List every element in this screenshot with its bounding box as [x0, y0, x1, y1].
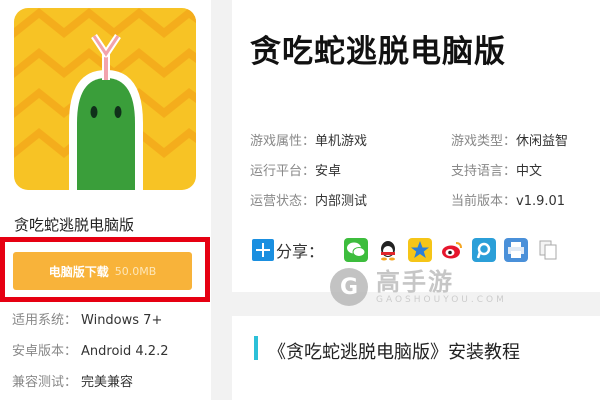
- attr-key: 支持语言：: [451, 164, 517, 179]
- spec-value: Windows 7+: [81, 313, 163, 328]
- tutorial-title[interactable]: 《贪吃蛇逃脱电脑版》安装教程: [268, 338, 520, 364]
- attr-game-property: 游戏属性：单机游戏: [250, 130, 367, 149]
- watermark-text-cn: 高手游: [376, 268, 454, 296]
- spec-value: Android 4.2.2: [81, 344, 169, 359]
- attr-platform: 运行平台：安卓: [250, 160, 341, 179]
- spec-row-system: 适用系统： Windows 7+: [12, 309, 162, 328]
- app-name: 贪吃蛇逃脱电脑版: [14, 216, 135, 234]
- download-size: 50.0MB: [114, 264, 157, 278]
- watermark: G 高手游 GAOSHOUYOU.COM: [330, 268, 507, 306]
- tencent-weibo-icon[interactable]: [472, 238, 497, 262]
- spec-key: 适用系统：: [12, 313, 78, 328]
- spec-value: 完美兼容: [81, 375, 134, 390]
- attr-status: 运营状态：内部测试: [250, 190, 367, 209]
- attr-game-type: 游戏类型：休闲益智: [451, 130, 568, 149]
- tutorial-panel: 《贪吃蛇逃脱电脑版》安装教程: [232, 316, 600, 400]
- attr-value: v1.9.01: [516, 194, 566, 209]
- share-bar: 分享：: [252, 238, 568, 262]
- attr-version: 当前版本：v1.9.01: [451, 190, 565, 209]
- attr-key: 运营状态：: [250, 194, 316, 209]
- spec-row-android: 安卓版本： Android 4.2.2: [12, 340, 169, 359]
- weibo-icon[interactable]: [440, 238, 465, 262]
- watermark-logo-icon: G: [330, 268, 368, 306]
- pc-download-button[interactable]: 电脑版下载 50.0MB: [13, 252, 192, 290]
- attr-key: 运行平台：: [250, 164, 316, 179]
- attr-value: 单机游戏: [315, 134, 368, 149]
- share-label: 分享：: [276, 242, 325, 261]
- spec-row-compat: 兼容测试： 完美兼容: [12, 371, 133, 390]
- qzone-icon[interactable]: [408, 238, 433, 262]
- qq-icon[interactable]: [376, 238, 401, 262]
- attr-key: 游戏类型：: [451, 134, 517, 149]
- snake-game-icon[interactable]: [14, 8, 196, 190]
- share-plus-icon[interactable]: [252, 239, 274, 261]
- attr-key: 当前版本：: [451, 194, 517, 209]
- attr-value: 休闲益智: [516, 134, 569, 149]
- attr-value: 中文: [516, 164, 543, 179]
- page-title: 贪吃蛇逃脱电脑版: [250, 34, 506, 70]
- left-panel: 贪吃蛇逃脱电脑版 电脑版下载 50.0MB 适用系统： Windows 7+ 安卓…: [0, 0, 211, 400]
- info-panel: 贪吃蛇逃脱电脑版 游戏属性：单机游戏 游戏类型：休闲益智 运行平台：安卓 支持语…: [232, 0, 600, 292]
- download-label: 电脑版下载: [48, 264, 109, 279]
- attr-value: 安卓: [315, 164, 342, 179]
- spec-key: 安卓版本：: [12, 344, 78, 359]
- section-accent-bar: [254, 336, 258, 360]
- watermark-text-en: GAOSHOUYOU.COM: [376, 295, 507, 305]
- watermark-text: 高手游 GAOSHOUYOU.COM: [376, 269, 507, 305]
- attr-language: 支持语言：中文: [451, 160, 542, 179]
- print-icon[interactable]: [504, 238, 529, 262]
- attr-value: 内部测试: [315, 194, 368, 209]
- wechat-icon[interactable]: [344, 238, 369, 262]
- attr-key: 游戏属性：: [250, 134, 316, 149]
- spec-key: 兼容测试：: [12, 375, 78, 390]
- copy-icon[interactable]: [536, 238, 561, 262]
